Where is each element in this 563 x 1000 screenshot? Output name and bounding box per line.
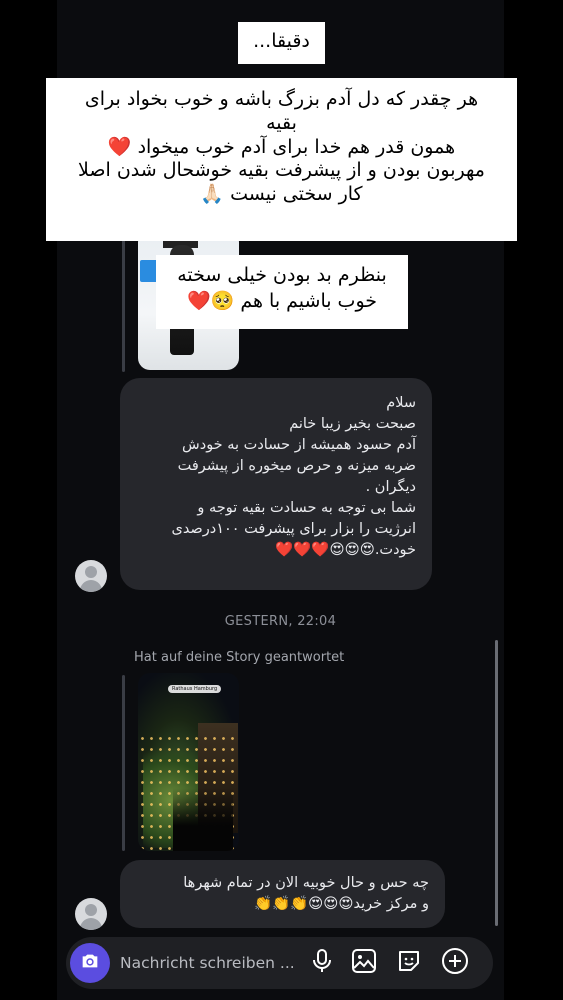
overlay-line: خوب باشیم با هم 🥺❤️ xyxy=(186,289,378,312)
camera-button[interactable] xyxy=(70,943,110,983)
add-button[interactable] xyxy=(441,947,469,979)
message-line: سلام xyxy=(386,395,416,411)
message-line: ضربه میزنه و حرص میخوره از پیشرفت xyxy=(177,458,416,475)
message-line: آدم حسود همیشه از حسادت به خودش xyxy=(182,437,416,454)
overlay-title: دقیقا... xyxy=(238,22,325,64)
avatar-head xyxy=(85,904,97,916)
message-line: و مرکز خرید😍😍😍👏👏👏 xyxy=(253,896,429,913)
image-icon xyxy=(351,948,377,978)
scrollbar[interactable] xyxy=(495,640,498,926)
message-line: خودت.😍😍😍❤️❤️❤️ xyxy=(275,542,416,559)
message-line: دیگران . xyxy=(365,479,416,496)
message-line: صبحت بخیر زیبا خانم xyxy=(289,416,416,433)
story-reply-label: Hat auf deine Story geantwortet xyxy=(134,650,345,665)
message-line: چه حس و حال خوبیه الان در تمام شهرها xyxy=(183,875,429,891)
overlay-line: کار سختی نیست 🙏🏻 xyxy=(200,183,363,205)
avatar-shoulders xyxy=(80,580,102,592)
message-bubble[interactable]: چه حس و حال خوبیه الان در تمام شهرها و م… xyxy=(120,860,445,928)
overlay-line: همون قدر هم خدا برای آدم خوب میخواد ❤️ xyxy=(107,135,456,158)
overlay-caption-small: بنظرم بد بودن خیلی سخته خوب باشیم با هم … xyxy=(156,255,408,329)
overlay-caption: هر چقدر که دل آدم بزرگ باشه و خوب بخواد … xyxy=(46,78,517,241)
message-input[interactable] xyxy=(120,952,300,974)
message-timestamp: GESTERN, 22:04 xyxy=(224,614,337,629)
sender-avatar[interactable] xyxy=(75,898,107,930)
overlay-line: مهربون بودن و از پیشرفت بقیه خوشحال شدن … xyxy=(78,159,485,182)
chat-screen: سلام صبحت بخیر زیبا خانم آدم حسود همیشه … xyxy=(0,0,563,1000)
microphone-icon xyxy=(310,948,334,978)
story-thumbnail[interactable]: Rathaus Hamburg xyxy=(138,673,239,851)
plus-circle-icon xyxy=(441,947,469,979)
overlay-line: بنظرم بد بودن خیلی سخته xyxy=(177,264,387,286)
message-composer xyxy=(66,937,493,989)
camera-icon xyxy=(79,950,101,976)
avatar-shoulders xyxy=(80,918,102,930)
message-line: شما بی توجه به حسادت بقیه توجه و xyxy=(197,500,416,517)
overlay-line: هر چقدر که دل آدم بزرگ باشه و خوب بخواد … xyxy=(84,88,479,110)
message-line: انرژیت را بزار برای پیشرفت ۱۰۰درصدی xyxy=(171,521,416,538)
reply-quote-bar xyxy=(122,675,125,851)
thumbnail-crowd xyxy=(173,788,233,851)
reply-quote-bar xyxy=(122,232,125,372)
sender-avatar[interactable] xyxy=(75,560,107,592)
location-tag: Rathaus Hamburg xyxy=(168,685,222,693)
sticker-button[interactable] xyxy=(395,949,423,977)
sticker-icon xyxy=(396,948,422,978)
message-bubble[interactable]: سلام صبحت بخیر زیبا خانم آدم حسود همیشه … xyxy=(120,378,432,590)
gallery-button[interactable] xyxy=(350,949,378,977)
microphone-button[interactable] xyxy=(308,949,336,977)
overlay-line: بقیه xyxy=(266,111,297,134)
avatar-head xyxy=(85,566,97,578)
